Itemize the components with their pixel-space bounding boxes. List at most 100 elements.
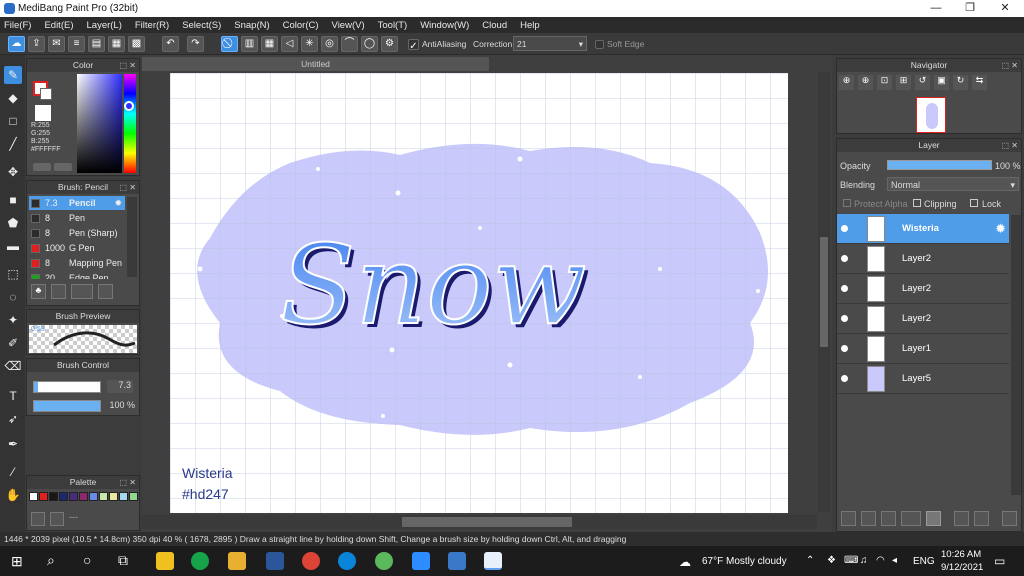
palette-swatch[interactable] bbox=[109, 492, 118, 501]
palette-swatch[interactable] bbox=[39, 492, 48, 501]
current-color-swatch[interactable] bbox=[35, 105, 51, 121]
cortana-icon[interactable]: ○ bbox=[83, 552, 91, 568]
add-layer-menu-icon[interactable] bbox=[901, 511, 921, 526]
maximize-button[interactable]: ❐ bbox=[953, 0, 987, 17]
file-explorer-icon[interactable] bbox=[228, 552, 246, 570]
protect-alpha-checkbox[interactable] bbox=[843, 199, 851, 207]
lock-checkbox[interactable] bbox=[970, 199, 978, 207]
layer-scrollbar[interactable] bbox=[1011, 215, 1021, 495]
soft-edge-checkbox[interactable] bbox=[595, 40, 604, 49]
palette-swatch[interactable] bbox=[29, 492, 38, 501]
layer-row[interactable]: Layer2 bbox=[837, 274, 1009, 304]
rotate-left-icon[interactable]: ↺ bbox=[915, 75, 930, 90]
hue-slider[interactable] bbox=[124, 74, 136, 173]
gear-icon[interactable]: ✹ bbox=[995, 221, 1006, 237]
reset-icon[interactable]: ⇆ bbox=[972, 75, 987, 90]
vertical-scrollbar[interactable] bbox=[818, 72, 830, 512]
wifi-icon[interactable]: ◠ bbox=[876, 555, 885, 566]
clock-date[interactable]: 9/12/2021 bbox=[941, 562, 983, 573]
close-icon[interactable]: ⬚ ✕ bbox=[120, 476, 136, 489]
visibility-icon[interactable] bbox=[841, 375, 848, 382]
dropper-tool-icon[interactable]: ✒ bbox=[4, 435, 22, 453]
eraser-tool-icon[interactable]: ◆ bbox=[4, 89, 22, 107]
move-tool-icon[interactable]: ✥ bbox=[4, 163, 22, 181]
brush-new-icon[interactable] bbox=[51, 284, 66, 299]
app-u-icon[interactable] bbox=[191, 552, 209, 570]
edge-icon[interactable] bbox=[338, 552, 356, 570]
menu-view[interactable]: View(V) bbox=[332, 20, 365, 31]
language-indicator[interactable]: ENG bbox=[913, 556, 935, 567]
snap-off-icon[interactable]: ⃠ bbox=[221, 36, 238, 52]
paint-app-icon[interactable] bbox=[375, 552, 393, 570]
brush-opacity-slider[interactable] bbox=[33, 400, 101, 412]
magic-wand-icon[interactable]: ✦ bbox=[4, 311, 22, 329]
duplicate-layer-icon[interactable] bbox=[954, 511, 969, 526]
gear-icon[interactable]: ✹ bbox=[114, 196, 122, 210]
ellipse-snap-icon[interactable]: ◯ bbox=[361, 36, 378, 52]
hand-tool-icon[interactable]: ✋ bbox=[4, 486, 22, 504]
actual-size-icon[interactable]: ⊞ bbox=[896, 75, 911, 90]
word-icon[interactable] bbox=[266, 552, 284, 570]
new-halftone-layer-icon[interactable] bbox=[861, 511, 876, 526]
chrome-icon[interactable] bbox=[302, 552, 320, 570]
folder-icon[interactable] bbox=[926, 511, 941, 526]
palette-add-icon[interactable] bbox=[31, 512, 45, 526]
network-icon[interactable]: ⌨ bbox=[844, 555, 858, 566]
brush-size-slider[interactable] bbox=[33, 381, 101, 393]
undo-icon[interactable]: ↶ bbox=[162, 36, 179, 52]
lasso-tool-icon[interactable]: ◌ bbox=[4, 288, 22, 306]
document-tab[interactable]: Untitled bbox=[142, 57, 489, 71]
palette-swatch[interactable] bbox=[79, 492, 88, 501]
store-icon[interactable] bbox=[156, 552, 174, 570]
cross-snap-icon[interactable]: ▦ bbox=[261, 36, 278, 52]
horizontal-scrollbar[interactable] bbox=[142, 515, 817, 529]
curve-snap-icon[interactable]: ⌒ bbox=[341, 36, 358, 52]
palette-swatch[interactable] bbox=[129, 492, 138, 501]
color-mode-button[interactable] bbox=[33, 163, 51, 171]
clock-time[interactable]: 10:26 AM bbox=[941, 549, 981, 560]
photos-icon[interactable] bbox=[448, 552, 466, 570]
zoom-icon[interactable] bbox=[412, 552, 430, 570]
new-8bit-layer-icon[interactable] bbox=[881, 511, 896, 526]
bucket-tool-icon[interactable]: ⬟ bbox=[4, 214, 22, 232]
select-eraser-icon[interactable]: ⌫ bbox=[4, 357, 22, 375]
layer-opacity-slider[interactable] bbox=[887, 160, 992, 170]
volume-icon[interactable]: ◂ bbox=[892, 555, 897, 566]
fill-rect-tool-icon[interactable]: ■ bbox=[4, 191, 22, 209]
search-icon[interactable]: ⌕ bbox=[47, 552, 55, 569]
menu-window[interactable]: Window(W) bbox=[420, 20, 469, 31]
snap-settings-icon[interactable]: ⚙ bbox=[381, 36, 398, 52]
zoom-out-icon[interactable]: ⊕ bbox=[858, 75, 873, 90]
rect-tool-icon[interactable]: □ bbox=[4, 112, 22, 130]
visibility-icon[interactable] bbox=[841, 255, 848, 262]
visibility-icon[interactable] bbox=[841, 285, 848, 292]
menu-tool[interactable]: Tool(T) bbox=[378, 20, 408, 31]
gradient-tool-icon[interactable]: ▬ bbox=[4, 237, 22, 255]
line-tool-icon[interactable]: ╱ bbox=[4, 135, 22, 153]
cloud-icon[interactable]: ☁ bbox=[8, 36, 25, 52]
secondary-color-swatch[interactable] bbox=[40, 88, 52, 100]
brush-settings-icon[interactable] bbox=[98, 284, 113, 299]
page-icon[interactable]: ▤ bbox=[88, 36, 105, 52]
select-pen-icon[interactable]: ✐ bbox=[4, 334, 22, 352]
menu-color[interactable]: Color(C) bbox=[283, 20, 319, 31]
text-tool-icon[interactable]: T bbox=[4, 387, 22, 405]
minimize-button[interactable]: — bbox=[919, 0, 953, 17]
menu-edit[interactable]: Edit(E) bbox=[44, 20, 73, 31]
microphone-icon[interactable]: ♫ bbox=[860, 555, 868, 566]
layer-row[interactable]: Layer1 bbox=[837, 334, 1009, 364]
operation-tool-icon[interactable]: ➶ bbox=[4, 410, 22, 428]
medibang-taskbar-icon[interactable] bbox=[484, 552, 502, 570]
antialiasing-checkbox[interactable]: ✓ bbox=[408, 39, 419, 52]
windows-start-icon[interactable]: ⊞ bbox=[11, 553, 23, 570]
flip-icon[interactable]: ▣ bbox=[934, 75, 949, 90]
list-icon[interactable]: ≡ bbox=[68, 36, 85, 52]
close-icon[interactable]: ⬚ ✕ bbox=[1002, 59, 1018, 72]
hue-handle[interactable] bbox=[124, 101, 134, 111]
pages-icon[interactable]: ▦ bbox=[108, 36, 125, 52]
circle-snap-icon[interactable]: ◎ bbox=[321, 36, 338, 52]
horizontal-scroll-thumb[interactable] bbox=[402, 517, 572, 527]
fit-icon[interactable]: ⊡ bbox=[877, 75, 892, 90]
close-button[interactable]: ✕ bbox=[988, 0, 1022, 17]
vertical-scroll-thumb[interactable] bbox=[820, 237, 828, 347]
